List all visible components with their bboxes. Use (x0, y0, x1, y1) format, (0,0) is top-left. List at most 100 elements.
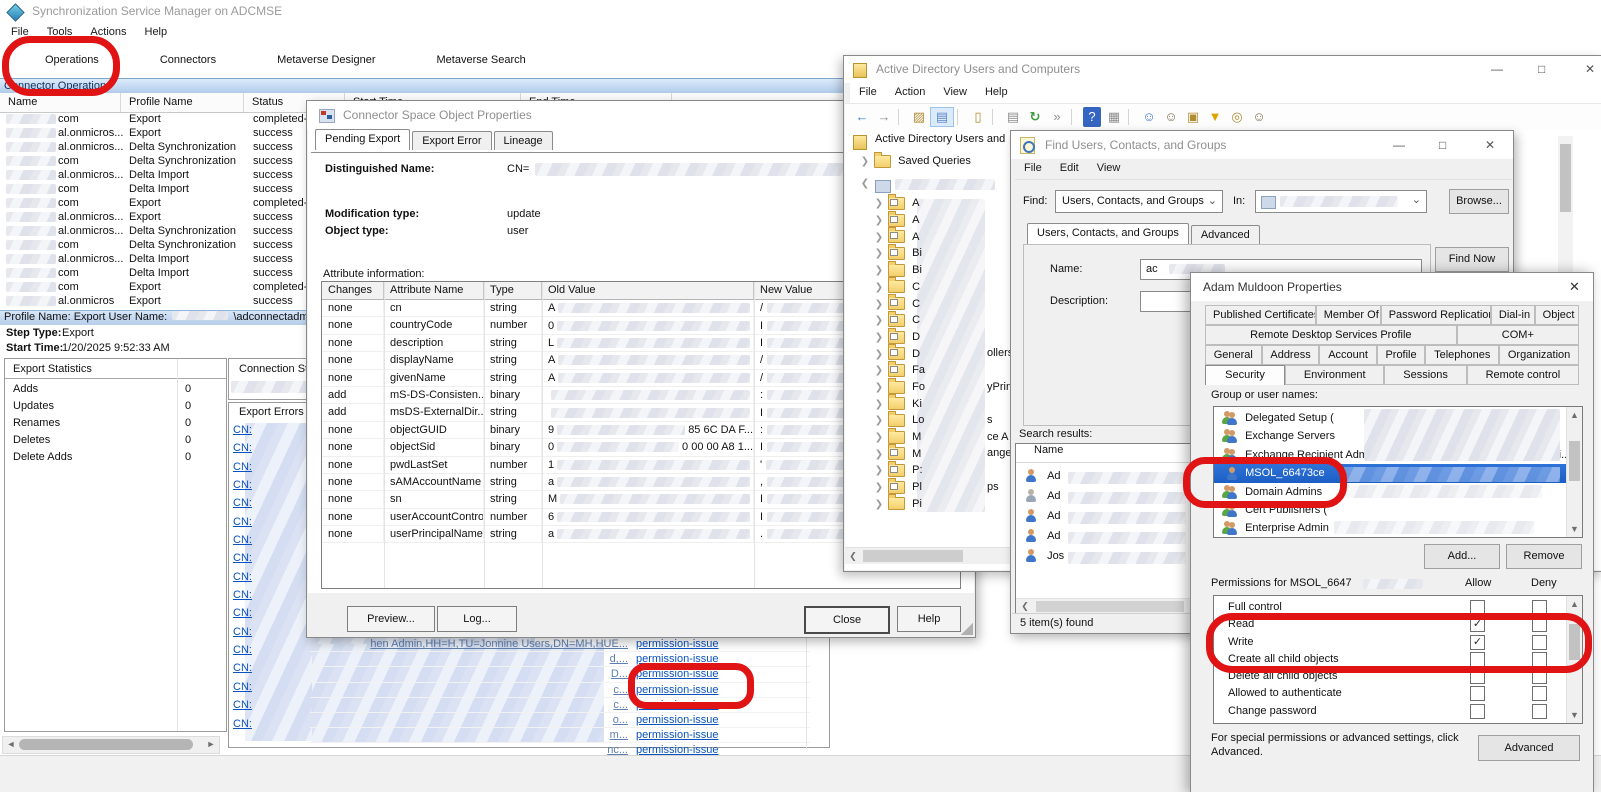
new-group-icon[interactable]: ☺ (1160, 107, 1182, 127)
toolbar-separator[interactable] (898, 109, 905, 125)
chevron-right-icon[interactable]: ❯ (873, 248, 885, 259)
operation-row[interactable]: com Delta Synchronization success (0, 238, 340, 252)
scroll-up-arrow[interactable]: ▲ (1569, 597, 1580, 611)
refresh-icon[interactable]: ↻ (1024, 107, 1046, 127)
error-dn-link[interactable]: CN: (233, 718, 252, 730)
allow-checkbox[interactable] (1470, 635, 1485, 650)
menu-item[interactable]: View (934, 83, 976, 101)
toolbar-separator[interactable] (1128, 109, 1135, 125)
new-user-icon[interactable]: ☺ (1138, 107, 1160, 127)
error-dn-link[interactable]: CN: (233, 442, 252, 454)
error-object-link[interactable]: c... (613, 684, 628, 696)
chevron-right-icon[interactable]: ❯ (873, 282, 885, 293)
deny-checkbox[interactable] (1532, 652, 1547, 667)
chevron-right-icon[interactable]: ❯ (873, 198, 885, 209)
forward-icon[interactable]: → (873, 107, 895, 127)
operation-row[interactable]: al.onmicros Export success (0, 294, 340, 308)
minimize-button[interactable]: — (1393, 138, 1405, 152)
toolbar-button[interactable]: Metaverse Designer (238, 45, 383, 75)
tree-root[interactable]: Active Directory Users and (875, 133, 1005, 145)
error-dn-link[interactable]: CN: (233, 589, 252, 601)
scroll-down-arrow[interactable]: ▼ (1569, 522, 1580, 536)
error-dn-link[interactable]: CN: (233, 516, 252, 528)
tab[interactable]: Export Error (412, 131, 491, 150)
chevron-right-icon[interactable]: ❯ (873, 465, 885, 476)
tree-item[interactable]: ❯ M ce A (845, 431, 1016, 448)
chevron-right-icon[interactable]: ❯ (873, 332, 885, 343)
tab[interactable]: Remote Desktop Services Profile (1205, 325, 1457, 345)
tab[interactable]: Address (1262, 345, 1320, 365)
deny-checkbox[interactable] (1532, 617, 1547, 632)
toolbar-button[interactable]: Operations (6, 45, 107, 75)
horizontal-scrollbar[interactable]: ◄ ► (2, 736, 220, 754)
chevron-right-icon[interactable]: ❯ (873, 232, 885, 243)
export-list-icon[interactable]: » (1046, 107, 1068, 127)
tree-item[interactable]: ❯ P: (845, 464, 1016, 481)
column-header[interactable]: Name (1034, 444, 1063, 456)
allow-checkbox[interactable] (1470, 704, 1485, 719)
chevron-right-icon[interactable]: ❯ (873, 299, 885, 310)
chevron-right-icon[interactable]: ❯ (873, 499, 885, 510)
scrollbar-thumb[interactable] (863, 550, 963, 562)
tree-item[interactable]: ❯ D (845, 331, 1016, 348)
tree-item[interactable]: ❯ Pl ps (845, 481, 1016, 498)
tab[interactable]: Account (1319, 345, 1376, 365)
allow-checkbox[interactable] (1470, 600, 1485, 615)
maximize-button[interactable]: □ (1439, 138, 1446, 152)
menu-item[interactable]: Tools (38, 23, 82, 41)
tree-item[interactable]: ❯ A (845, 197, 1016, 214)
tree-item[interactable]: ❯ Bi (845, 247, 1016, 264)
permission-issue-link[interactable]: permission-issue (636, 728, 719, 742)
error-object-link[interactable]: c... (613, 699, 628, 711)
find-now-button[interactable]: Find Now (1435, 247, 1509, 272)
filter-icon[interactable]: ▼ (1204, 107, 1226, 127)
menu-item[interactable]: View (1088, 159, 1130, 177)
error-dn-link[interactable]: CN: (233, 571, 252, 583)
error-dn-link[interactable]: CN: (233, 644, 252, 656)
operation-row[interactable]: com Delta Import success (0, 266, 340, 280)
tree-horizontal-scrollbar[interactable]: ❮ (845, 547, 1015, 564)
deny-checkbox[interactable] (1532, 669, 1547, 684)
help-button[interactable]: Help (897, 606, 961, 632)
chevron-right-icon[interactable]: ❯ (873, 349, 885, 360)
browse-button[interactable]: Browse... (1449, 189, 1509, 214)
tree-item[interactable]: ❯ C (845, 314, 1016, 331)
scroll-left-arrow[interactable]: ◄ (5, 737, 17, 751)
operation-row[interactable]: com Export completed-e (0, 280, 340, 294)
permissions-scrollbar[interactable]: ▲ ▼ (1566, 596, 1582, 723)
members-icon[interactable]: ☺ (1248, 107, 1270, 127)
remove-button[interactable]: Remove (1506, 544, 1582, 569)
tab[interactable]: Published Certificates (1205, 305, 1316, 325)
scroll-down-arrow[interactable]: ▼ (1569, 708, 1580, 722)
column-header[interactable]: Attribute Name (384, 282, 484, 299)
tree-item[interactable]: ❯ Fo yPrin (845, 381, 1016, 398)
advanced-button[interactable]: Advanced (1478, 735, 1580, 761)
tab[interactable]: Profile (1377, 345, 1426, 365)
tree-item[interactable]: ❯ D ollers (845, 347, 1016, 364)
error-dn-link[interactable]: CN: (233, 534, 252, 546)
chevron-right-icon[interactable]: ❯ (859, 156, 871, 167)
chevron-right-icon[interactable]: ❯ (873, 449, 885, 460)
error-object-link[interactable]: hen Admin,HH=H,TU=Jonnine Users,DN=MH,HU… (370, 638, 628, 650)
allow-checkbox[interactable] (1470, 686, 1485, 701)
allow-checkbox[interactable] (1470, 617, 1485, 632)
scroll-up-arrow[interactable]: ▲ (1569, 408, 1580, 422)
tree-item[interactable]: ❯ C (845, 280, 1016, 297)
error-dn-link[interactable]: CN: (233, 662, 252, 674)
tab[interactable]: Security (1205, 365, 1285, 385)
menu-item[interactable]: Help (136, 23, 177, 41)
deny-checkbox[interactable] (1532, 704, 1547, 719)
tree-item[interactable]: ❯ Fa (845, 364, 1016, 381)
error-dn-link[interactable]: CN: (233, 681, 252, 693)
tree-item[interactable]: ❯ Pi (845, 497, 1016, 514)
toolbar-separator[interactable] (957, 109, 964, 125)
tree-item[interactable]: ❯ M ange (845, 447, 1016, 464)
tree-item[interactable]: ❯ A (845, 230, 1016, 247)
window-icon[interactable]: ▦ (1103, 107, 1125, 127)
tree-item[interactable]: ❯ Ki (845, 397, 1016, 414)
error-dn-link[interactable]: CN: (233, 699, 252, 711)
new-ou-icon[interactable]: ▣ (1182, 107, 1204, 127)
deny-checkbox[interactable] (1532, 635, 1547, 650)
tree-item[interactable]: ❯ C (845, 297, 1016, 314)
error-dn-link[interactable]: CN: (233, 552, 252, 564)
